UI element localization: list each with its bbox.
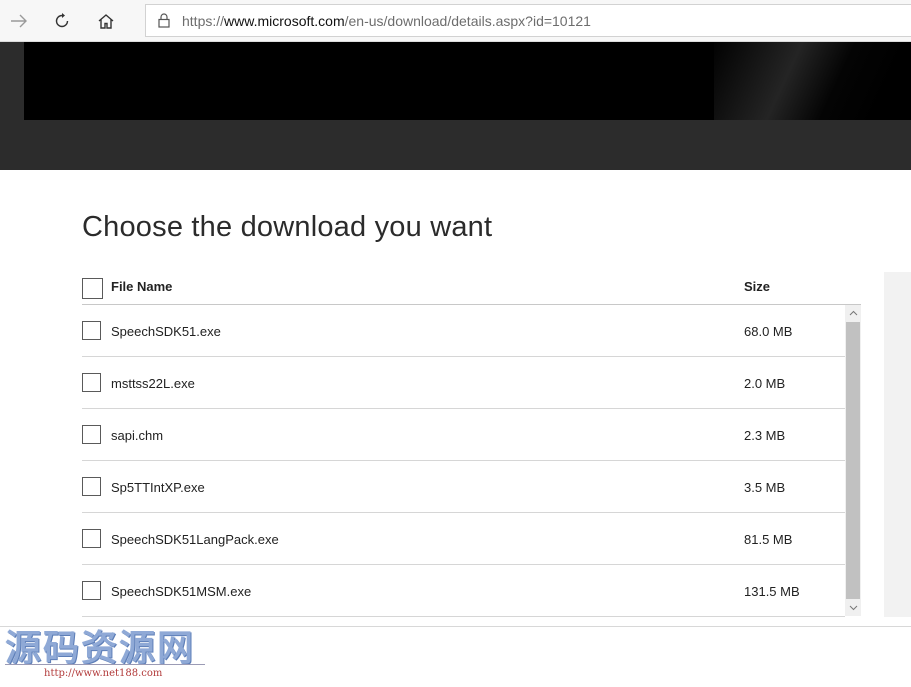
- watermark-divider: [5, 664, 205, 665]
- table-row: Sp5TTIntXP.exe 3.5 MB: [82, 461, 845, 513]
- list-scrollbar[interactable]: [845, 305, 861, 616]
- file-name: SpeechSDK51MSM.exe: [111, 584, 252, 599]
- table-row: SpeechSDK51LangPack.exe 81.5 MB: [82, 513, 845, 565]
- home-icon[interactable]: [93, 8, 119, 34]
- file-name: SpeechSDK51.exe: [111, 324, 221, 339]
- file-name: Sp5TTIntXP.exe: [111, 480, 205, 495]
- table-header: File Name Size: [82, 272, 861, 305]
- column-header-size: Size: [744, 279, 771, 294]
- page-title: Choose the download you want: [82, 211, 493, 243]
- table-row: SpeechSDK51MSM.exe 131.5 MB: [82, 565, 845, 617]
- file-list: SpeechSDK51.exe 68.0 MB msttss22L.exe 2.…: [82, 305, 845, 617]
- table-row: sapi.chm 2.3 MB: [82, 409, 845, 461]
- file-name: SpeechSDK51LangPack.exe: [111, 532, 279, 547]
- url-text: https://www.microsoft.com/en-us/download…: [182, 12, 591, 29]
- table-row: SpeechSDK51.exe 68.0 MB: [82, 305, 845, 357]
- browser-toolbar: https://www.microsoft.com/en-us/download…: [0, 0, 911, 42]
- file-name: sapi.chm: [111, 428, 164, 443]
- forward-arrow-icon[interactable]: [6, 8, 32, 34]
- lock-icon: [158, 13, 170, 28]
- watermark-url: http://www.net188.com: [44, 668, 163, 679]
- table-row: msttss22L.exe 2.0 MB: [82, 357, 845, 409]
- file-size: 131.5 MB: [744, 584, 800, 599]
- file-size: 3.5 MB: [744, 480, 786, 495]
- address-bar[interactable]: https://www.microsoft.com/en-us/download…: [145, 4, 911, 37]
- scrollbar-thumb[interactable]: [846, 322, 860, 599]
- file-checkbox[interactable]: [82, 477, 101, 496]
- file-checkbox[interactable]: [82, 529, 101, 548]
- file-size: 2.3 MB: [744, 428, 786, 443]
- select-all-checkbox[interactable]: [82, 278, 103, 299]
- hero-graphic: [714, 42, 911, 120]
- hero-banner: [0, 42, 911, 170]
- side-panel: [884, 272, 911, 617]
- file-name: msttss22L.exe: [111, 376, 195, 391]
- file-checkbox[interactable]: [82, 321, 101, 340]
- file-size: 81.5 MB: [744, 532, 793, 547]
- refresh-icon[interactable]: [49, 8, 75, 34]
- file-checkbox[interactable]: [82, 425, 101, 444]
- hero-image: [24, 42, 911, 120]
- file-size: 68.0 MB: [744, 324, 793, 339]
- scroll-down-arrow-icon[interactable]: [845, 600, 861, 616]
- column-header-file-name: File Name: [111, 279, 173, 294]
- scroll-up-arrow-icon[interactable]: [845, 305, 861, 321]
- file-size: 2.0 MB: [744, 376, 786, 391]
- file-checkbox[interactable]: [82, 373, 101, 392]
- file-checkbox[interactable]: [82, 581, 101, 600]
